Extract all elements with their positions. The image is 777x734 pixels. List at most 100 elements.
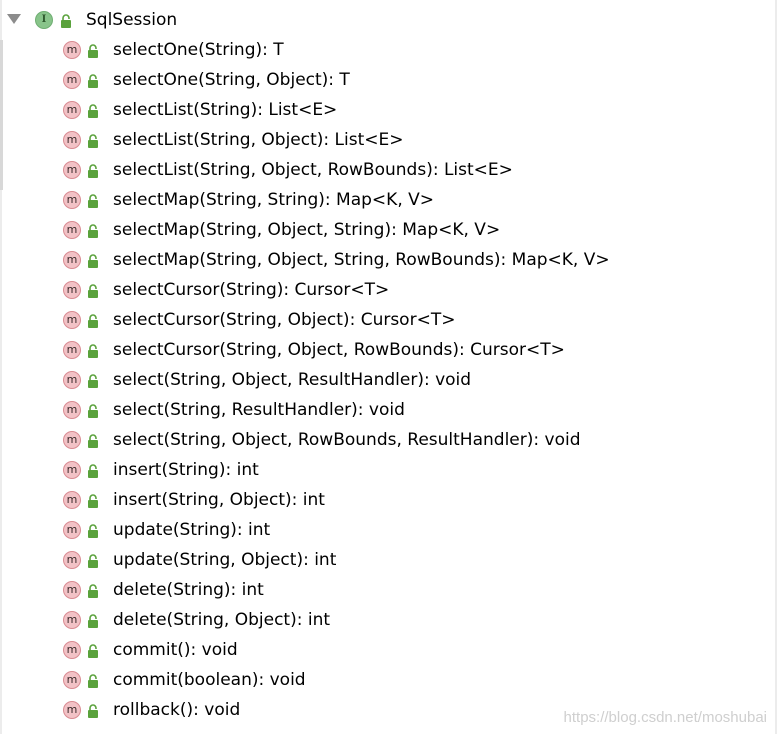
method-badge-letter: m — [66, 433, 78, 446]
method-signature: update(String): int — [113, 520, 271, 540]
method-row[interactable]: m selectList(String, Object): List<E> — [0, 125, 777, 155]
public-lock-icon — [88, 44, 98, 58]
method-signature: select(String, Object, RowBounds, Result… — [113, 430, 581, 450]
method-signature: select(String, Object, ResultHandler): v… — [113, 370, 472, 390]
method-badge-letter: m — [66, 493, 78, 506]
method-badge-letter: m — [66, 223, 78, 236]
method-badge-letter: m — [66, 613, 78, 626]
method-row[interactable]: m update(String, Object): int — [0, 545, 777, 575]
method-signature: selectMap(String, Object, String, RowBou… — [113, 250, 610, 270]
method-badge-letter: m — [66, 193, 78, 206]
public-lock-icon — [88, 434, 98, 448]
method-icon: m — [63, 401, 81, 419]
method-row[interactable]: m selectCursor(String, Object, RowBounds)… — [0, 335, 777, 365]
method-signature: insert(String): int — [113, 460, 259, 480]
method-badge-letter: m — [66, 643, 78, 656]
public-lock-icon — [88, 314, 98, 328]
method-icon: m — [63, 491, 81, 509]
method-badge-letter: m — [66, 133, 78, 146]
method-icon: m — [63, 431, 81, 449]
method-row[interactable]: m selectCursor(String): Cursor<T> — [0, 275, 777, 305]
method-badge-letter: m — [66, 313, 78, 326]
tree-root-row[interactable]: I SqlSession — [0, 5, 777, 35]
public-lock-icon — [88, 584, 98, 598]
method-row[interactable]: m selectMap(String, Object, String, RowBo… — [0, 245, 777, 275]
method-signature: selectList(String): List<E> — [113, 100, 338, 120]
method-signature: selectOne(String): T — [113, 40, 284, 60]
method-icon: m — [63, 671, 81, 689]
method-icon: m — [63, 341, 81, 359]
method-icon: m — [63, 221, 81, 239]
method-signature: commit(boolean): void — [113, 670, 306, 690]
method-row[interactable]: m insert(String): int — [0, 455, 777, 485]
method-badge-letter: m — [66, 583, 78, 596]
public-lock-icon — [61, 14, 71, 28]
method-row[interactable]: m select(String, Object, ResultHandler): … — [0, 365, 777, 395]
public-lock-icon — [88, 284, 98, 298]
method-signature: commit(): void — [113, 640, 238, 660]
public-lock-icon — [88, 374, 98, 388]
method-icon: m — [63, 311, 81, 329]
public-lock-icon — [88, 704, 98, 718]
method-row[interactable]: m selectOne(String): T — [0, 35, 777, 65]
method-signature: rollback(): void — [113, 700, 241, 720]
public-lock-icon — [88, 254, 98, 268]
method-badge-letter: m — [66, 163, 78, 176]
method-row[interactable]: m commit(boolean): void — [0, 665, 777, 695]
method-row[interactable]: m selectList(String, Object, RowBounds): … — [0, 155, 777, 185]
method-row[interactable]: m select(String, ResultHandler): void — [0, 395, 777, 425]
public-lock-icon — [88, 494, 98, 508]
method-row[interactable]: m selectMap(String, String): Map<K, V> — [0, 185, 777, 215]
method-row[interactable]: m commit(): void — [0, 635, 777, 665]
method-signature: selectList(String, Object, RowBounds): L… — [113, 160, 513, 180]
method-icon: m — [63, 641, 81, 659]
method-signature: delete(String): int — [113, 580, 264, 600]
public-lock-icon — [88, 74, 98, 88]
method-row[interactable]: m selectCursor(String, Object): Cursor<T> — [0, 305, 777, 335]
public-lock-icon — [88, 344, 98, 358]
method-badge-letter: m — [66, 103, 78, 116]
method-signature: selectCursor(String): Cursor<T> — [113, 280, 390, 300]
method-signature: select(String, ResultHandler): void — [113, 400, 405, 420]
method-icon: m — [63, 581, 81, 599]
method-icon: m — [63, 611, 81, 629]
public-lock-icon — [88, 674, 98, 688]
method-icon: m — [63, 101, 81, 119]
method-row[interactable]: m update(String): int — [0, 515, 777, 545]
public-lock-icon — [88, 134, 98, 148]
method-badge-letter: m — [66, 283, 78, 296]
method-badge-letter: m — [66, 253, 78, 266]
method-row[interactable]: m select(String, Object, RowBounds, Resul… — [0, 425, 777, 455]
public-lock-icon — [88, 104, 98, 118]
method-icon: m — [63, 461, 81, 479]
method-row[interactable]: m insert(String, Object): int — [0, 485, 777, 515]
method-row[interactable]: m delete(String, Object): int — [0, 605, 777, 635]
method-row[interactable]: m selectMap(String, Object, String): Map<… — [0, 215, 777, 245]
watermark: https://blog.csdn.net/moshubai — [563, 709, 767, 726]
method-signature: selectMap(String, String): Map<K, V> — [113, 190, 435, 210]
method-badge-letter: m — [66, 343, 78, 356]
public-lock-icon — [88, 224, 98, 238]
method-badge-letter: m — [66, 73, 78, 86]
method-signature: selectList(String, Object): List<E> — [113, 130, 404, 150]
method-badge-letter: m — [66, 403, 78, 416]
public-lock-icon — [88, 194, 98, 208]
public-lock-icon — [88, 524, 98, 538]
method-signature: selectOne(String, Object): T — [113, 70, 350, 90]
method-icon: m — [63, 191, 81, 209]
method-icon: m — [63, 41, 81, 59]
method-icon: m — [63, 131, 81, 149]
method-icon: m — [63, 161, 81, 179]
interface-badge-letter: I — [41, 14, 47, 25]
method-badge-letter: m — [66, 523, 78, 536]
method-icon: m — [63, 371, 81, 389]
method-icon: m — [63, 521, 81, 539]
public-lock-icon — [88, 404, 98, 418]
method-row[interactable]: m selectList(String): List<E> — [0, 95, 777, 125]
method-row[interactable]: m selectOne(String, Object): T — [0, 65, 777, 95]
structure-tree-panel: I SqlSession m selectOne(String): T m selec… — [0, 0, 777, 734]
method-row[interactable]: m delete(String): int — [0, 575, 777, 605]
collapse-arrow-icon[interactable] — [7, 14, 21, 24]
interface-icon: I — [35, 11, 53, 29]
method-badge-letter: m — [66, 703, 78, 716]
